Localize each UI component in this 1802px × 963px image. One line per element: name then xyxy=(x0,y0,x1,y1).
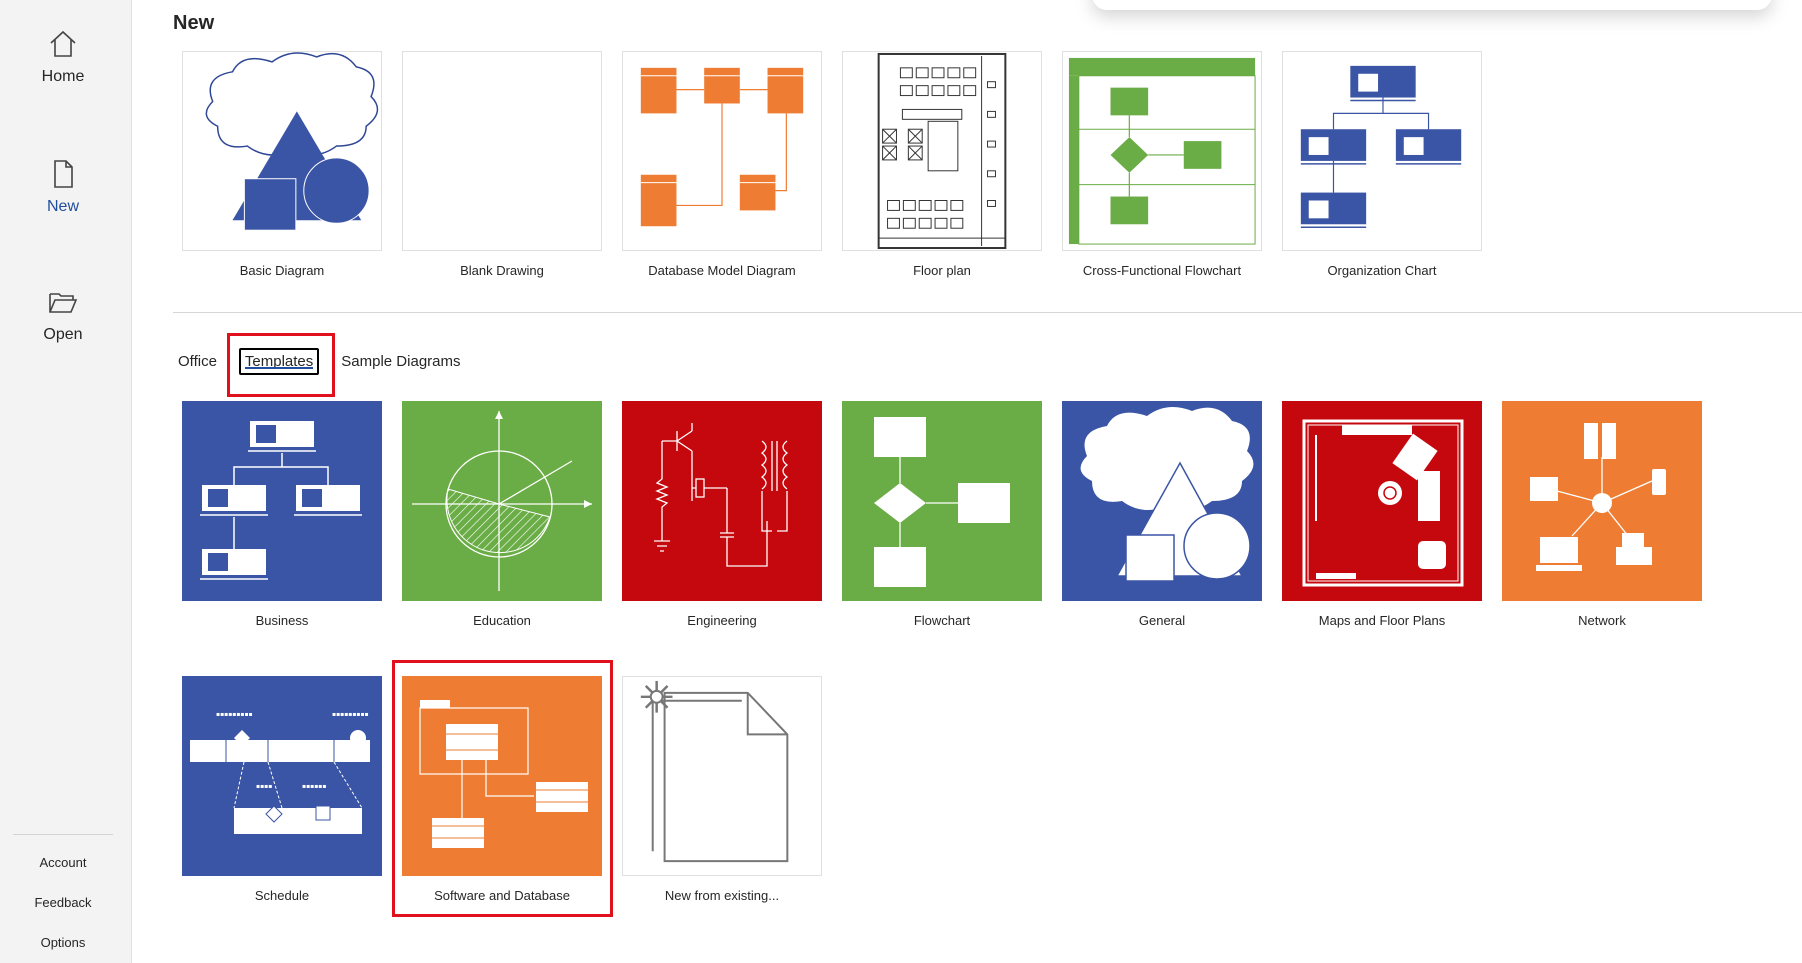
tile-label: Network xyxy=(1578,613,1626,628)
tile-blank-drawing[interactable]: Blank Drawing xyxy=(402,51,602,278)
svg-text:▪▪▪▪▪▪: ▪▪▪▪▪▪ xyxy=(302,783,326,790)
open-folder-icon xyxy=(47,286,79,318)
feedback-link[interactable]: Feedback xyxy=(0,895,126,910)
business-thumbnail xyxy=(182,401,382,601)
tile-label: Maps and Floor Plans xyxy=(1318,613,1446,628)
tile-label: Database Model Diagram xyxy=(648,263,796,278)
tile-label: Blank Drawing xyxy=(460,263,544,278)
tab-sample-diagrams[interactable]: Sample Diagrams xyxy=(341,353,460,370)
svg-text:▪▪▪▪▪▪▪▪▪: ▪▪▪▪▪▪▪▪▪ xyxy=(216,711,253,718)
tile-engineering[interactable]: Engineering xyxy=(622,401,822,628)
home-icon xyxy=(47,28,79,60)
tile-label: Basic Diagram xyxy=(239,263,325,278)
tile-label: Floor plan xyxy=(913,263,971,278)
blank-drawing-thumbnail xyxy=(402,51,602,251)
nav-home-label: Home xyxy=(41,68,85,85)
tile-education[interactable]: Education xyxy=(402,401,602,628)
template-tabs: Office Templates Sample Diagrams xyxy=(178,336,483,386)
tile-label: Schedule xyxy=(254,888,310,903)
cross-functional-thumbnail xyxy=(1062,51,1262,251)
network-thumbnail xyxy=(1502,401,1702,601)
tile-schedule[interactable]: ▪▪▪▪▪▪▪▪▪ ▪▪▪▪▪▪▪▪▪ ▪▪▪▪ ▪▪▪▪▪▪ Schedule xyxy=(182,676,382,903)
svg-text:▪▪▪▪: ▪▪▪▪ xyxy=(256,783,272,790)
sidebar-divider xyxy=(13,834,113,835)
tile-maps-and-floor-plans[interactable]: Maps and Floor Plans xyxy=(1282,401,1482,628)
section-separator xyxy=(173,312,1802,313)
flowchart-thumbnail xyxy=(842,401,1042,601)
education-thumbnail xyxy=(402,401,602,601)
nav-open-label: Open xyxy=(43,326,83,343)
tile-cross-functional-flowchart[interactable]: Cross-Functional Flowchart xyxy=(1062,51,1262,278)
tile-floor-plan[interactable]: Floor plan xyxy=(842,51,1042,278)
account-link[interactable]: Account xyxy=(0,855,126,870)
tile-database-model-diagram[interactable]: Database Model Diagram xyxy=(622,51,822,278)
tile-new-from-existing[interactable]: New from existing... xyxy=(622,676,822,903)
new-from-existing-thumbnail xyxy=(622,676,822,876)
main-panel: New Basic Diagram Blank Drawing Database… xyxy=(132,0,1802,963)
tile-label: Cross-Functional Flowchart xyxy=(1082,263,1242,278)
tile-label: Software and Database xyxy=(434,888,570,903)
tile-software-and-database[interactable]: Software and Database xyxy=(402,676,602,903)
tile-label: Education xyxy=(473,613,531,628)
tile-business[interactable]: Business xyxy=(182,401,382,628)
tile-network[interactable]: Network xyxy=(1502,401,1702,628)
nav-home[interactable]: Home xyxy=(0,12,126,102)
tile-organization-chart[interactable]: Organization Chart xyxy=(1282,51,1482,278)
search-bar-shadow xyxy=(1092,0,1772,10)
nav-new[interactable]: New xyxy=(0,142,126,232)
nav-new-label: New xyxy=(46,198,79,215)
tile-label: Business xyxy=(255,613,309,628)
sidebar: Home New Open Account Feedback Options xyxy=(0,0,132,963)
database-model-thumbnail xyxy=(622,51,822,251)
organization-chart-thumbnail xyxy=(1282,51,1482,251)
tile-label: Engineering xyxy=(687,613,757,628)
tile-label: Flowchart xyxy=(913,613,971,628)
schedule-thumbnail: ▪▪▪▪▪▪▪▪▪ ▪▪▪▪▪▪▪▪▪▪▪▪▪ ▪▪▪▪▪▪ xyxy=(182,676,382,876)
basic-diagram-thumbnail xyxy=(182,51,382,251)
new-document-icon xyxy=(47,158,79,190)
tab-office[interactable]: Office xyxy=(178,353,217,370)
tile-label: General xyxy=(1138,613,1186,628)
tile-label: Organization Chart xyxy=(1327,263,1437,278)
engineering-thumbnail xyxy=(622,401,822,601)
options-link[interactable]: Options xyxy=(0,935,126,950)
tile-general[interactable]: General xyxy=(1062,401,1262,628)
tile-basic-diagram[interactable]: Basic Diagram xyxy=(182,51,382,278)
tile-flowchart[interactable]: Flowchart xyxy=(842,401,1042,628)
tile-label: New from existing... xyxy=(664,888,780,903)
svg-text:▪▪▪▪▪▪▪▪▪: ▪▪▪▪▪▪▪▪▪ xyxy=(332,711,369,718)
general-thumbnail xyxy=(1062,401,1262,601)
nav-open[interactable]: Open xyxy=(0,270,126,360)
tab-templates[interactable]: Templates xyxy=(238,347,320,375)
maps-floor-plans-thumbnail xyxy=(1282,401,1482,601)
software-database-thumbnail xyxy=(402,676,602,876)
page-title: New xyxy=(173,12,215,34)
floor-plan-thumbnail xyxy=(842,51,1042,251)
